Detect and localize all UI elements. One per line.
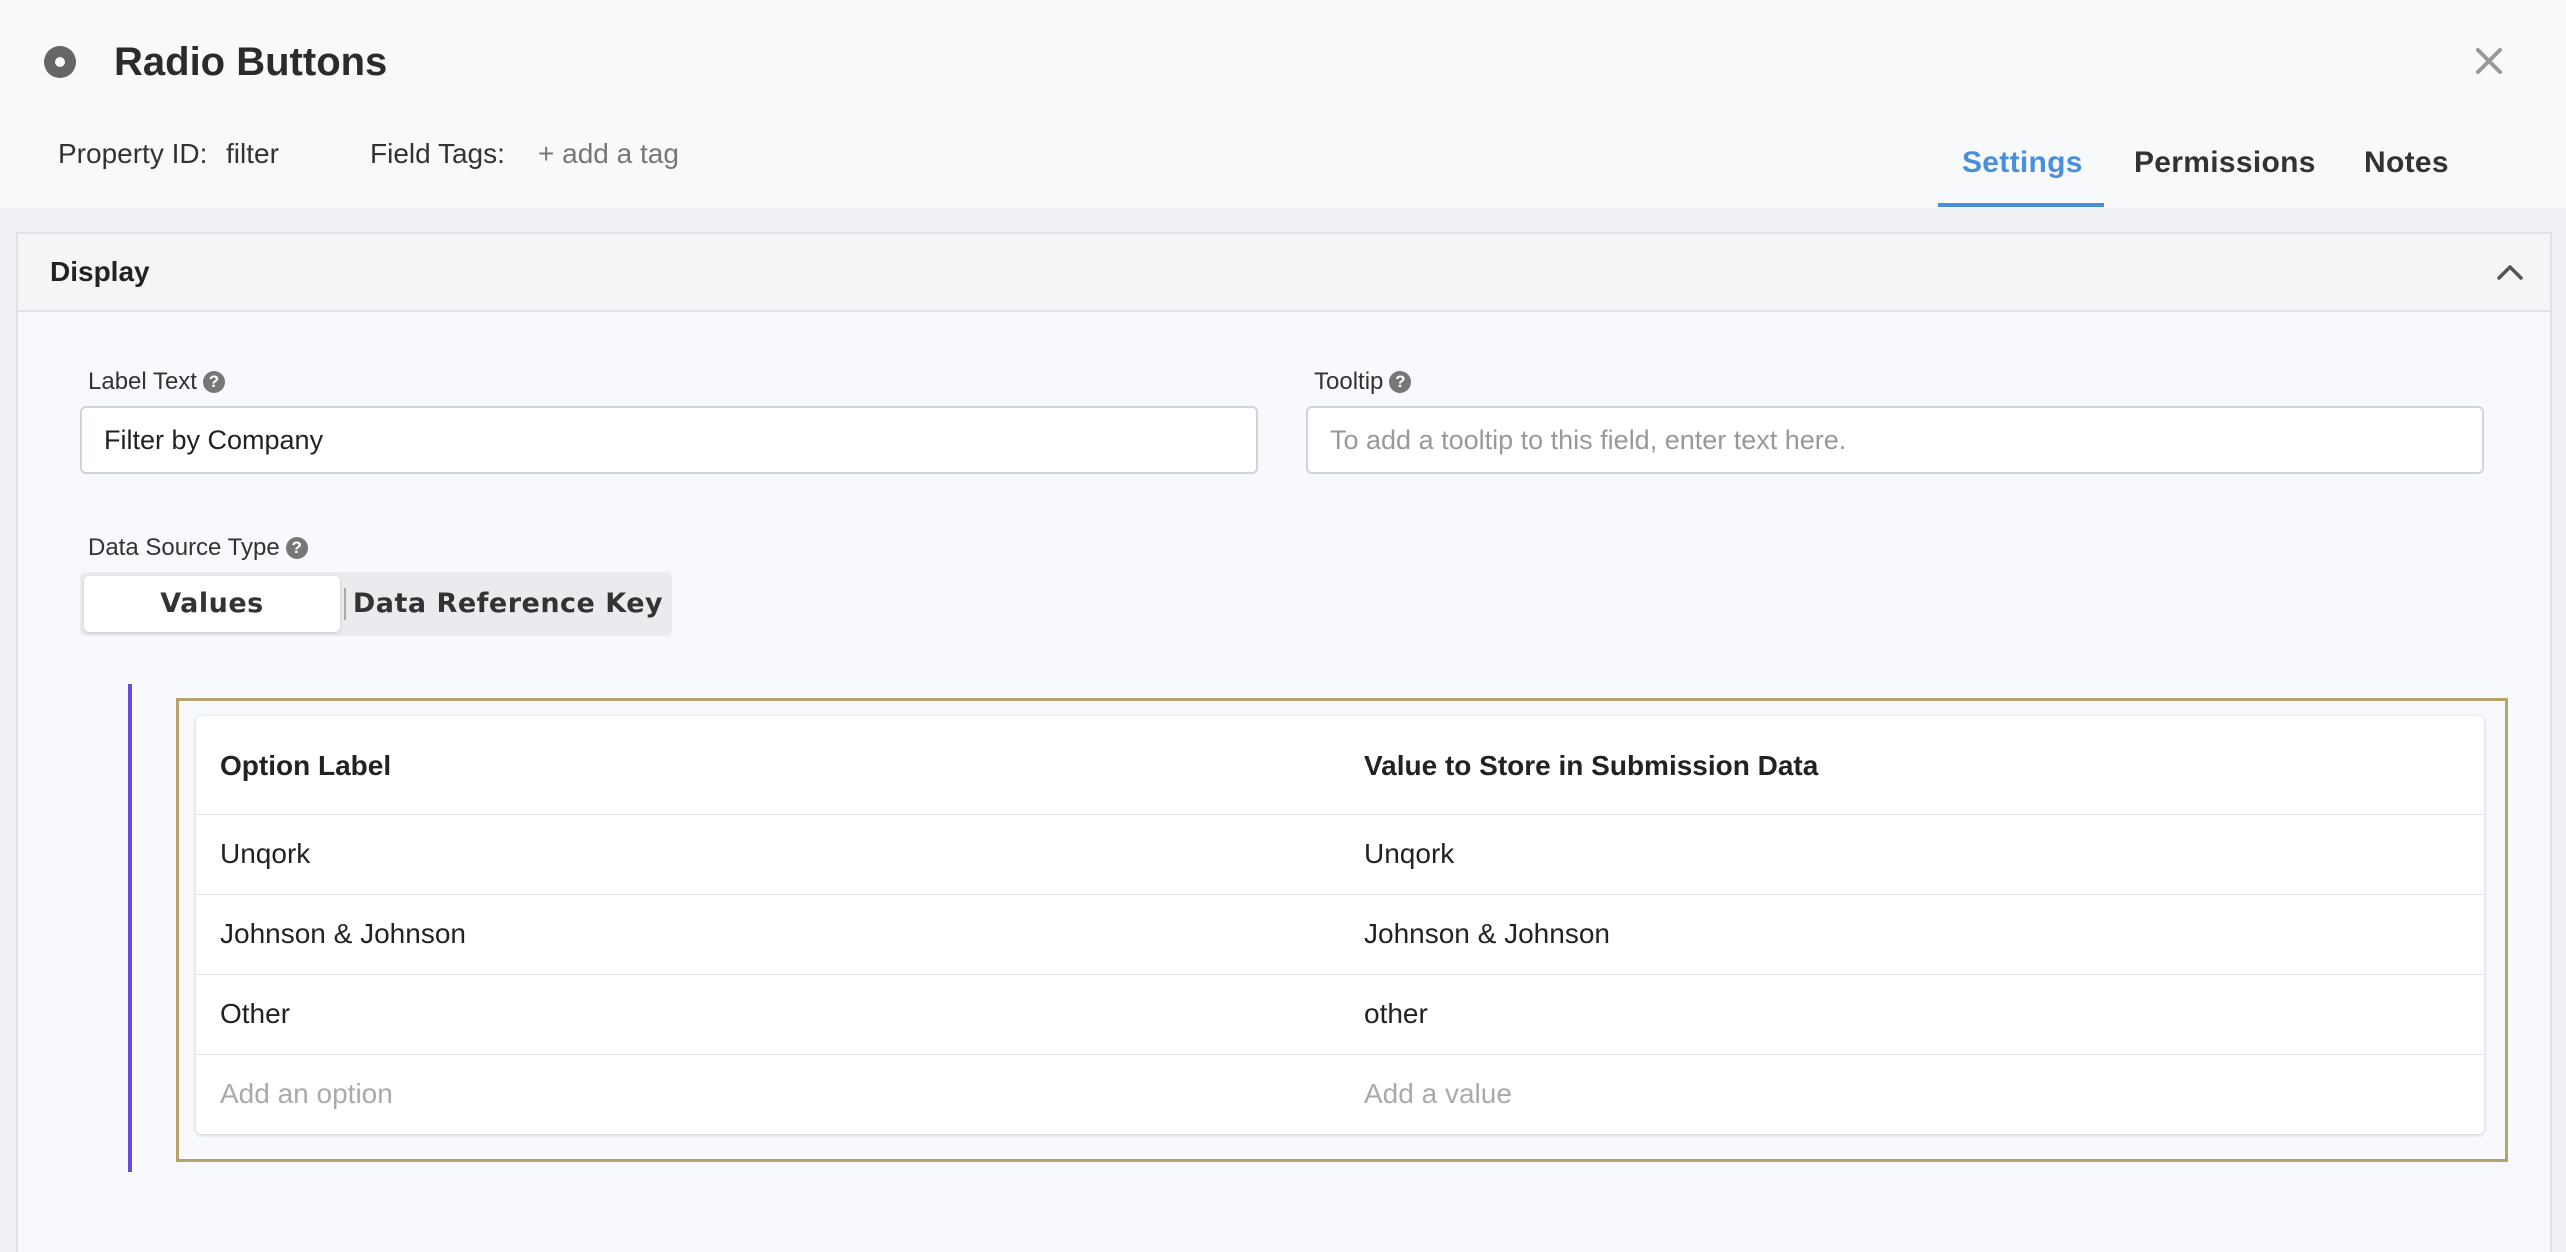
toggle-data-reference-key-button[interactable]: Data Reference Key bbox=[348, 576, 668, 632]
options-table: Option Label Value to Store in Submissio… bbox=[196, 716, 2484, 1134]
tooltip-label-text: Tooltip bbox=[1314, 368, 1384, 395]
close-icon[interactable] bbox=[2472, 44, 2506, 78]
property-id-value: filter bbox=[226, 138, 279, 169]
chevron-up-icon[interactable] bbox=[2494, 256, 2526, 288]
data-source-type-label-text: Data Source Type bbox=[88, 534, 280, 561]
options-accent-bar bbox=[128, 684, 132, 1172]
radio-button-icon bbox=[44, 46, 76, 78]
add-tag-link[interactable]: + add a tag bbox=[538, 138, 679, 170]
option-value-cell[interactable]: other bbox=[1364, 998, 1428, 1030]
add-option-row bbox=[196, 1054, 2484, 1134]
add-option-input[interactable] bbox=[220, 1078, 820, 1110]
tooltip-input[interactable] bbox=[1306, 406, 2484, 474]
active-tab-indicator bbox=[1938, 203, 2104, 207]
tab-permissions[interactable]: Permissions bbox=[2134, 146, 2316, 180]
label-text-label: Label Text? bbox=[88, 368, 225, 396]
table-row[interactable]: Other other bbox=[196, 974, 2484, 1055]
label-text-label-text: Label Text bbox=[88, 368, 197, 395]
column-header-option-label: Option Label bbox=[220, 750, 392, 781]
tooltip-label: Tooltip? bbox=[1314, 368, 1412, 396]
toggle-values-button[interactable]: Values bbox=[84, 576, 340, 632]
toggle-divider bbox=[344, 588, 346, 620]
table-row[interactable]: Unqork Unqork bbox=[196, 814, 2484, 895]
field-tags-label: Field Tags: bbox=[370, 138, 505, 169]
help-icon[interactable]: ? bbox=[202, 371, 225, 393]
modal-title: Radio Buttons bbox=[114, 40, 388, 84]
label-text-input[interactable] bbox=[80, 406, 1258, 474]
column-header-value: Value to Store in Submission Data bbox=[1364, 750, 1819, 781]
modal-header: Radio Buttons Property ID: filter Field … bbox=[0, 0, 2566, 208]
display-panel: Display Label Text? Tooltip? Data Source… bbox=[16, 232, 2552, 1252]
add-value-input[interactable] bbox=[1364, 1078, 1964, 1110]
table-header-row: Option Label Value to Store in Submissio… bbox=[196, 716, 2484, 815]
tab-settings[interactable]: Settings bbox=[1962, 146, 2083, 180]
tab-notes[interactable]: Notes bbox=[2364, 146, 2449, 180]
data-source-type-toggle: Values Data Reference Key bbox=[80, 572, 672, 636]
property-id-label: Property ID: bbox=[58, 138, 208, 169]
option-label-cell[interactable]: Johnson & Johnson bbox=[220, 918, 466, 950]
data-source-type-label: Data Source Type? bbox=[88, 534, 308, 562]
display-panel-header[interactable]: Display bbox=[18, 234, 2550, 312]
help-icon[interactable]: ? bbox=[1389, 371, 1412, 393]
option-value-cell[interactable]: Johnson & Johnson bbox=[1364, 918, 1610, 950]
option-label-cell[interactable]: Other bbox=[220, 998, 290, 1030]
help-icon[interactable]: ? bbox=[285, 537, 308, 559]
display-section-title: Display bbox=[50, 256, 150, 287]
option-label-cell[interactable]: Unqork bbox=[220, 838, 310, 870]
table-row[interactable]: Johnson & Johnson Johnson & Johnson bbox=[196, 894, 2484, 975]
option-value-cell[interactable]: Unqork bbox=[1364, 838, 1454, 870]
